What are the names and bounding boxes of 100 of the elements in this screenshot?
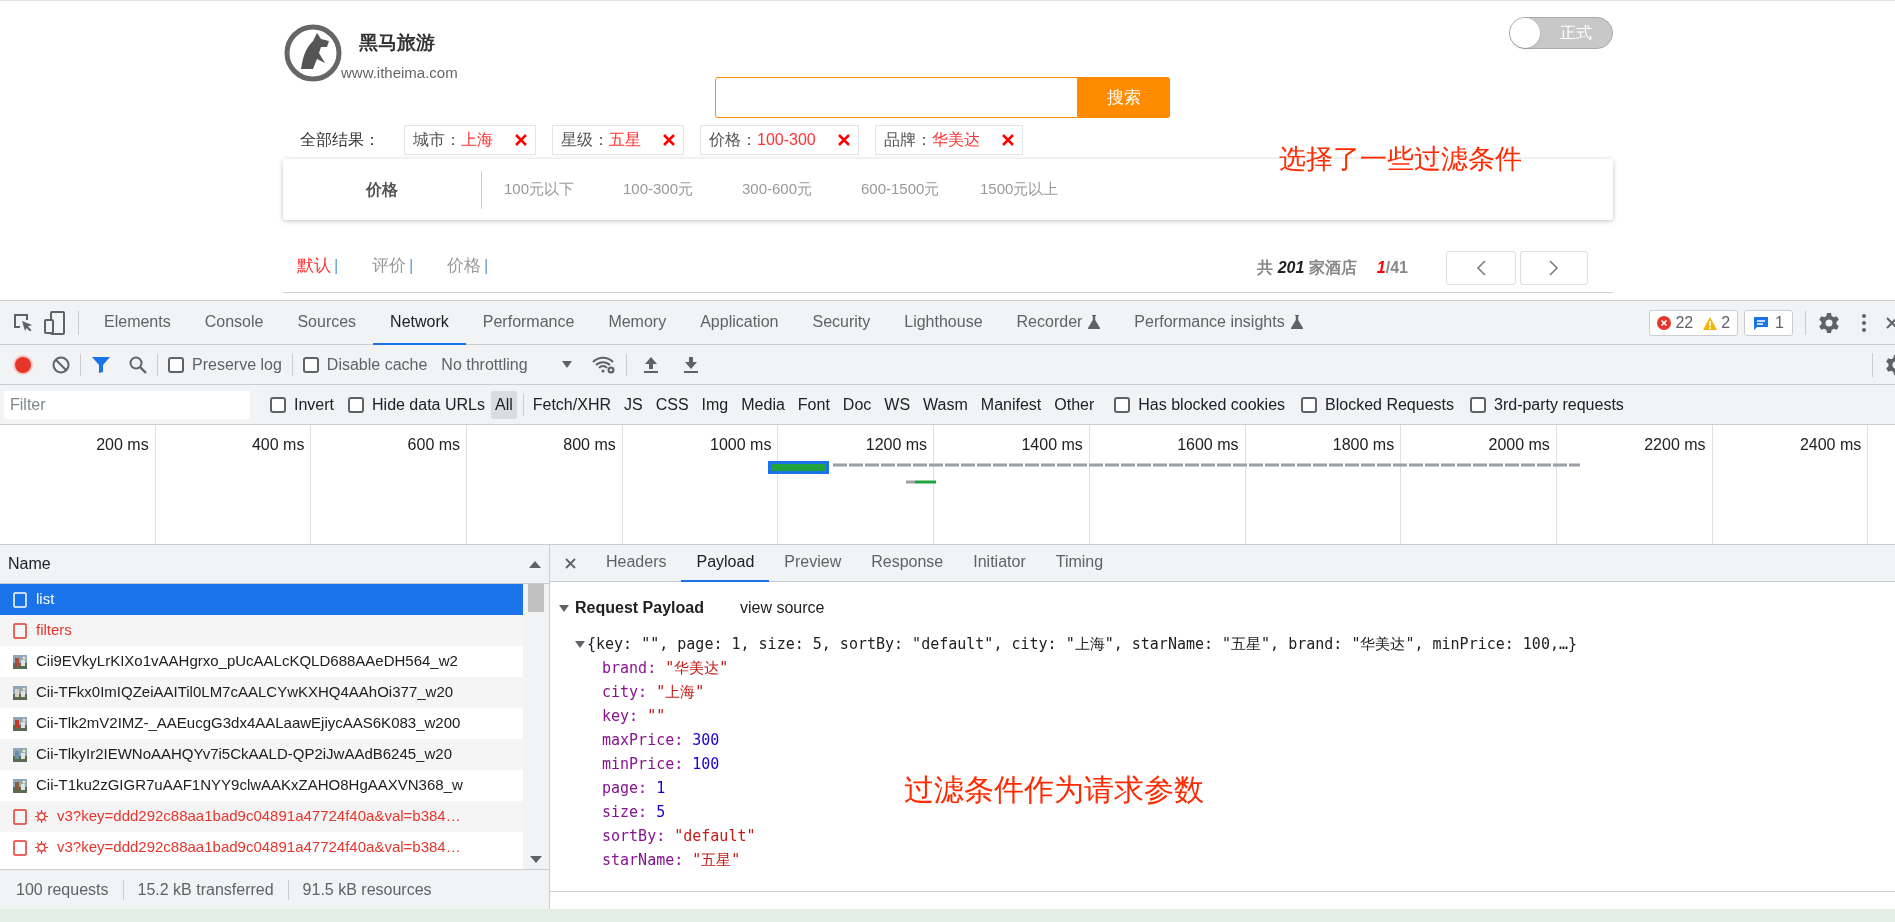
filter-tag[interactable]: 星级：五星 <box>552 125 684 155</box>
sort-separator: | <box>484 255 489 277</box>
request-row[interactable]: Cii-TlkyIr2IEWNoAAHQYv7i5CkAALD-QP2iJwAAdB6245_w20 <box>0 739 524 770</box>
request-row[interactable]: list <box>0 584 524 615</box>
checkbox-label[interactable]: Hide data URLs <box>372 392 485 417</box>
property-key: minPrice: <box>602 752 684 776</box>
checkbox[interactable] <box>1301 396 1318 413</box>
checkbox-label[interactable]: Invert <box>294 392 334 417</box>
checkbox[interactable] <box>348 396 364 413</box>
inspect-icon[interactable] <box>12 311 34 334</box>
checkbox-label[interactable]: Preserve log <box>192 352 282 377</box>
request-name: filters <box>36 620 72 641</box>
remove-icon[interactable] <box>663 134 675 146</box>
column-header[interactable]: Name <box>8 552 51 576</box>
checkbox-label[interactable]: 3rd-party requests <box>1494 392 1624 417</box>
filter-tag[interactable]: 品牌：华美达 <box>874 125 1023 155</box>
record-icon[interactable] <box>12 353 34 376</box>
settings-icon[interactable] <box>1818 312 1840 334</box>
sort-tab[interactable]: 默认 <box>297 253 331 279</box>
property-value: "上海" <box>656 681 705 703</box>
request-name: v3?key=ddd292c88aa1bad9c04891a47724f40a&val=b384… <box>57 837 461 858</box>
request-name: v3?key=ddd292c88aa1bad9c04891a47724f40a&val=b384… <box>57 806 461 827</box>
type-filter[interactable]: Doc <box>838 390 876 419</box>
type-filter[interactable]: Wasm <box>919 390 972 419</box>
checkbox[interactable] <box>1470 396 1486 413</box>
detail-tab[interactable]: Headers <box>591 544 682 582</box>
upload-icon[interactable] <box>642 355 659 374</box>
checkbox-label[interactable]: Has blocked cookies <box>1138 392 1286 417</box>
page-indicator: 1/41 <box>1376 258 1408 278</box>
device-toolbar-icon[interactable] <box>44 310 66 335</box>
detail-tab[interactable]: Response <box>856 544 959 582</box>
hotel-count: 共 201 家酒店 <box>1257 258 1357 278</box>
type-filter[interactable]: WS <box>880 390 915 419</box>
messages-button[interactable]: 1 <box>1744 310 1793 336</box>
more-options-icon[interactable] <box>1862 314 1866 332</box>
devtools-tab[interactable]: Network <box>373 300 466 345</box>
devtools-tab[interactable]: Console <box>187 300 281 345</box>
request-row[interactable]: filters <box>0 615 524 646</box>
request-row[interactable]: v3?key=ddd292c88aa1bad9c04891a47724f40a&val=b384… <box>0 801 524 832</box>
devtools-tab[interactable]: Lighthouse <box>887 300 1000 345</box>
devtools-tab[interactable]: Performance insights <box>1117 300 1320 345</box>
close-icon[interactable] <box>565 557 576 569</box>
type-filter[interactable]: All <box>490 390 517 419</box>
type-filter[interactable]: Other <box>1050 390 1099 419</box>
throttling-dropdown[interactable]: No throttling <box>441 352 572 377</box>
remove-icon[interactable] <box>1001 134 1014 146</box>
scrollbar[interactable] <box>523 584 549 869</box>
search-icon[interactable] <box>129 355 147 374</box>
devtools-tab[interactable]: Application <box>683 300 796 345</box>
time-tick-label: 1400 ms <box>1021 436 1083 453</box>
issues-button[interactable]: 22 2 <box>1649 310 1739 336</box>
clear-icon[interactable] <box>52 355 70 374</box>
filter-tag[interactable]: 城市：上海 <box>404 125 536 155</box>
type-filter[interactable]: Font <box>793 390 834 419</box>
devtools-tab[interactable]: Memory <box>591 300 684 345</box>
checkbox-label[interactable]: Blocked Requests <box>1325 392 1454 417</box>
filter-icon[interactable] <box>91 355 111 374</box>
devtools-tab[interactable]: Elements <box>87 300 188 345</box>
detail-tab[interactable]: Preview <box>769 544 857 582</box>
search-field[interactable] <box>715 77 1078 118</box>
devtools-tab[interactable]: Recorder <box>999 300 1118 345</box>
detail-tab[interactable]: Payload <box>681 544 770 582</box>
gear-icon <box>35 841 48 854</box>
scroll-down-icon[interactable] <box>530 856 543 863</box>
checkbox[interactable] <box>270 396 286 413</box>
checkbox-label[interactable]: Disable cache <box>326 352 428 377</box>
type-filter[interactable]: Fetch/XHR <box>528 390 615 419</box>
expand-triangle-icon[interactable] <box>559 603 569 613</box>
scrollbar-thumb[interactable] <box>528 584 545 612</box>
download-icon[interactable] <box>682 355 699 374</box>
detail-tab[interactable]: Timing <box>1040 544 1119 582</box>
settings-icon[interactable] <box>1885 354 1895 376</box>
message-icon <box>1753 315 1770 331</box>
type-filter[interactable]: JS <box>620 390 647 419</box>
type-filter[interactable]: Img <box>697 390 733 419</box>
detail-tab[interactable]: Initiator <box>958 544 1041 582</box>
devtools-tab[interactable]: Performance <box>465 300 592 345</box>
checkbox[interactable] <box>168 356 184 373</box>
devtools-tab[interactable]: Sources <box>280 300 374 345</box>
time-tick-label: 800 ms <box>563 436 616 453</box>
checkbox[interactable] <box>1114 396 1131 413</box>
scroll-up-icon[interactable] <box>529 560 541 568</box>
filter-category-label: 价格 <box>364 179 399 200</box>
close-icon[interactable] <box>1886 315 1895 331</box>
request-row[interactable]: Cii-TFkx0ImIQZeiAAITil0LM7cAALCYwKXHQ4AAhOi377_w20 <box>0 677 524 708</box>
type-filter[interactable]: Manifest <box>976 390 1046 419</box>
devtools-tab[interactable]: Security <box>795 300 888 345</box>
remove-icon[interactable] <box>515 134 527 146</box>
expand-triangle-icon[interactable] <box>575 639 585 649</box>
remove-icon[interactable] <box>837 134 850 146</box>
type-filter[interactable]: Media <box>737 390 789 419</box>
filter-tag[interactable]: 价格：100-300 <box>700 125 859 155</box>
time-tick-label: 1600 ms <box>1177 436 1239 453</box>
property-value: "五星" <box>692 849 741 871</box>
view-source-link[interactable]: view source <box>739 596 825 620</box>
network-conditions-icon[interactable] <box>591 354 616 375</box>
type-filter[interactable]: CSS <box>651 390 693 419</box>
section-title[interactable]: Request Payload <box>575 596 704 620</box>
filter-field[interactable]: Filter <box>4 390 250 419</box>
checkbox[interactable] <box>302 356 319 373</box>
